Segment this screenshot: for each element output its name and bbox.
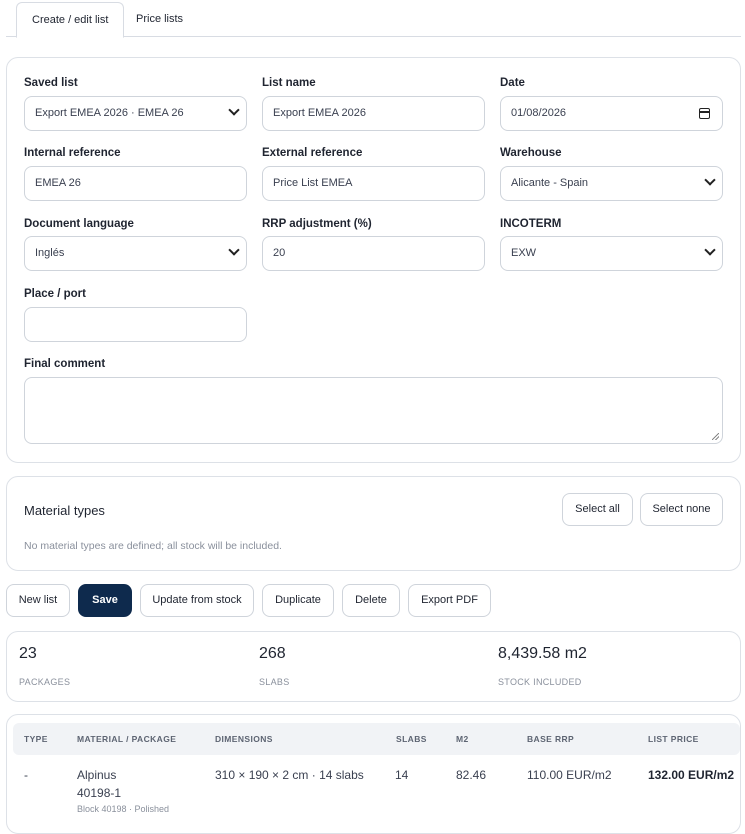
row-type: -: [24, 768, 28, 782]
row-package: 40198-1: [77, 786, 122, 800]
slabs-label: SLABS: [259, 677, 290, 687]
material-types-note: No material types are defined; all stock…: [24, 540, 282, 552]
place-port-input[interactable]: [24, 307, 247, 342]
document-language-label: Document language: [24, 218, 134, 230]
material-types-card: Material types Select all Select none No…: [6, 476, 741, 571]
tab-price-lists[interactable]: Price lists: [121, 2, 198, 37]
internal-reference-label: Internal reference: [24, 147, 121, 159]
internal-reference-input[interactable]: EMEA 26: [24, 166, 247, 201]
saved-list-label: Saved list: [24, 77, 78, 89]
slabs-count: 268: [259, 645, 286, 662]
row-material: Alpinus: [77, 768, 117, 782]
external-reference-input[interactable]: Price List EMEA: [262, 166, 485, 201]
material-types-title: Material types: [24, 503, 105, 518]
row-m2: 82.46: [456, 768, 487, 782]
column-header-slabs[interactable]: SLABS: [396, 734, 427, 744]
date-value: 01/08/2026: [511, 107, 567, 119]
place-port-label: Place / port: [24, 288, 86, 300]
list-form-card: Saved list Export EMEA 2026 · EMEA 26 Li…: [6, 57, 741, 463]
row-detail: Block 40198 · Polished: [77, 804, 170, 814]
document-language-select[interactable]: Inglés: [24, 236, 247, 271]
tab-create-edit-list[interactable]: Create / edit list: [16, 2, 125, 38]
saved-list-select[interactable]: Export EMEA 2026 · EMEA 26: [24, 96, 247, 131]
final-comment-textarea[interactable]: [24, 377, 723, 444]
update-from-stock-button[interactable]: Update from stock: [140, 584, 254, 617]
chevron-down-icon: [704, 244, 716, 256]
list-name-input[interactable]: Export EMEA 2026: [262, 96, 485, 131]
stock-included-value: 8,439.58 m2: [498, 645, 587, 662]
warehouse-select[interactable]: Alicante - Spain: [500, 166, 723, 201]
price-list-table: TYPE MATERIAL / PACKAGE DIMENSIONS SLABS…: [6, 714, 741, 834]
warehouse-label: Warehouse: [500, 147, 562, 159]
column-header-list-price[interactable]: LIST PRICE: [648, 734, 699, 744]
column-header-base-rrp[interactable]: BASE RRP: [527, 734, 574, 744]
new-list-button[interactable]: New list: [6, 584, 70, 617]
stock-included-label: STOCK INCLUDED: [498, 677, 582, 687]
calendar-icon[interactable]: [699, 108, 710, 119]
column-header-m2[interactable]: M2: [456, 734, 469, 744]
column-header-type[interactable]: TYPE: [24, 734, 48, 744]
tab-bar: Create / edit list Price lists: [6, 2, 741, 38]
packages-count: 23: [19, 645, 37, 662]
table-header: TYPE MATERIAL / PACKAGE DIMENSIONS SLABS…: [13, 723, 740, 755]
chevron-down-icon: [704, 174, 716, 186]
select-none-button[interactable]: Select none: [640, 493, 723, 526]
chevron-down-icon: [228, 104, 240, 116]
duplicate-button[interactable]: Duplicate: [262, 584, 334, 617]
chevron-down-icon: [228, 244, 240, 256]
date-label: Date: [500, 77, 525, 89]
row-list-price: 132.00 EUR/m2: [648, 768, 735, 782]
date-input[interactable]: 01/08/2026: [500, 96, 723, 131]
incoterm-select[interactable]: EXW: [500, 236, 723, 271]
column-header-dimensions[interactable]: DIMENSIONS: [215, 734, 273, 744]
rrp-adjustment-input[interactable]: 20: [262, 236, 485, 271]
column-header-material[interactable]: MATERIAL / PACKAGE: [77, 734, 176, 744]
final-comment-label: Final comment: [24, 358, 106, 370]
row-dimensions: 310 × 190 × 2 cm · 14 slabs: [215, 768, 364, 782]
list-name-label: List name: [262, 77, 316, 89]
save-button[interactable]: Save: [78, 584, 132, 617]
select-all-button[interactable]: Select all: [562, 493, 633, 526]
external-reference-label: External reference: [262, 147, 363, 159]
delete-button[interactable]: Delete: [342, 584, 400, 617]
resize-handle-icon[interactable]: [712, 433, 719, 440]
row-slabs: 14: [395, 768, 409, 782]
incoterm-label: INCOTERM: [500, 218, 562, 230]
stats-card: 23 PACKAGES 268 SLABS 8,439.58 m2 STOCK …: [6, 631, 741, 702]
rrp-adjustment-label: RRP adjustment (%): [262, 218, 372, 230]
row-base-rrp: 110.00 EUR/m2: [527, 768, 612, 782]
export-pdf-button[interactable]: Export PDF: [408, 584, 491, 617]
packages-label: PACKAGES: [19, 677, 71, 687]
